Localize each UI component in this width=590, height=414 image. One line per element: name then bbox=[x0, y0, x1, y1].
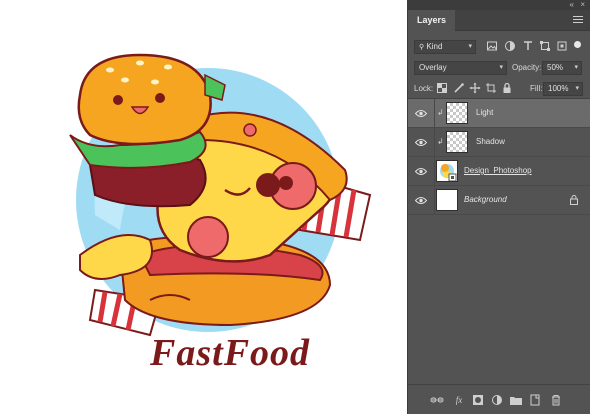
new-layer-icon[interactable] bbox=[528, 394, 542, 406]
link-layers-icon[interactable] bbox=[430, 394, 444, 406]
layer-divider bbox=[434, 128, 435, 157]
type-filter-icon[interactable] bbox=[522, 40, 534, 52]
opacity-value: 50% bbox=[547, 63, 564, 72]
search-icon: ⚲ bbox=[419, 44, 425, 51]
trash-icon[interactable] bbox=[549, 394, 563, 406]
layer-row-background[interactable]: Background bbox=[408, 186, 590, 215]
canvas-artwork: FastFood bbox=[0, 0, 405, 414]
filter-kind-dropdown[interactable]: ⚲ Kind ▾ bbox=[414, 40, 476, 54]
lock-label: Lock: bbox=[414, 84, 434, 93]
layer-thumbnail[interactable] bbox=[436, 189, 458, 211]
chevron-down-icon: ▾ bbox=[468, 43, 472, 50]
smart-object-filter-icon[interactable] bbox=[556, 40, 568, 52]
lock-image-icon[interactable] bbox=[453, 82, 465, 94]
layer-thumbnail[interactable] bbox=[446, 102, 468, 124]
layer-name[interactable]: Shadow bbox=[476, 137, 505, 146]
filter-row: ⚲ Kind ▾ bbox=[408, 40, 590, 54]
smart-object-thumbnail[interactable] bbox=[436, 160, 458, 182]
layer-row-light[interactable]: ↲ Light bbox=[408, 99, 590, 128]
adjustment-layer-icon[interactable] bbox=[490, 394, 504, 406]
layer-name[interactable]: Background bbox=[464, 195, 507, 204]
layer-divider bbox=[434, 157, 435, 186]
chevron-down-icon: ▾ bbox=[574, 64, 578, 71]
lock-all-icon[interactable] bbox=[501, 82, 513, 94]
panel-title-strip: « × bbox=[408, 0, 590, 10]
add-mask-icon[interactable] bbox=[471, 394, 485, 406]
chevron-down-icon: ▾ bbox=[575, 85, 579, 92]
chevron-down-icon: ▾ bbox=[499, 64, 503, 71]
panel-menu-icon[interactable] bbox=[573, 16, 583, 25]
blend-mode-value: Overlay bbox=[419, 63, 447, 72]
artwork-title: FastFood bbox=[149, 332, 310, 374]
lock-row: Lock: Fill: 100% ▾ bbox=[408, 82, 590, 96]
fill-value: 100% bbox=[548, 84, 569, 93]
shape-filter-icon[interactable] bbox=[539, 40, 551, 52]
panel-tabbar: Layers bbox=[408, 10, 590, 31]
layers-panel: « × Layers ⚲ Kind ▾ Overlay ▾ Opacity: 5… bbox=[407, 0, 590, 414]
opacity-label: Opacity: bbox=[512, 63, 542, 72]
layers-footer: fx bbox=[408, 384, 590, 414]
layer-row-design-photoshop[interactable]: Design_Photoshop bbox=[408, 157, 590, 186]
close-panel-icon[interactable]: × bbox=[580, 0, 585, 10]
eye-icon[interactable] bbox=[415, 138, 427, 147]
eye-icon[interactable] bbox=[415, 196, 427, 205]
smart-object-preview-icon bbox=[440, 164, 457, 182]
layer-thumbnail[interactable] bbox=[446, 131, 468, 153]
layer-divider bbox=[434, 99, 435, 128]
fill-label: Fill: bbox=[530, 84, 543, 93]
tab-layers[interactable]: Layers bbox=[408, 10, 456, 31]
clipping-mask-icon: ↲ bbox=[437, 108, 444, 117]
fx-icon[interactable]: fx bbox=[452, 394, 466, 406]
blend-mode-dropdown[interactable]: Overlay ▾ bbox=[414, 61, 507, 75]
new-group-icon[interactable] bbox=[509, 394, 523, 406]
adjustment-filter-icon[interactable] bbox=[504, 40, 516, 52]
layer-row-shadow[interactable]: ↲ Shadow bbox=[408, 128, 590, 157]
opacity-field[interactable]: 50% ▾ bbox=[542, 61, 582, 75]
collapse-panel-icon[interactable]: « bbox=[570, 0, 574, 10]
filter-kind-label: Kind bbox=[426, 42, 443, 51]
lock-icon bbox=[570, 195, 578, 205]
lock-artboard-icon[interactable] bbox=[485, 82, 497, 94]
layer-name[interactable]: Design_Photoshop bbox=[464, 166, 532, 175]
eye-icon[interactable] bbox=[415, 167, 427, 176]
eye-icon[interactable] bbox=[415, 109, 427, 118]
layer-divider bbox=[434, 186, 435, 215]
lock-position-icon[interactable] bbox=[469, 82, 481, 94]
clipping-mask-icon: ↲ bbox=[437, 137, 444, 146]
layers-list: ↲ Light ↲ Shadow Design_Photoshop Backgr… bbox=[408, 98, 590, 384]
lock-transparent-icon[interactable] bbox=[436, 82, 448, 94]
fill-field[interactable]: 100% ▾ bbox=[543, 82, 583, 96]
filter-toggle-icon[interactable] bbox=[574, 41, 581, 48]
image-filter-icon[interactable] bbox=[486, 40, 498, 52]
layer-name[interactable]: Light bbox=[476, 108, 493, 117]
blend-row: Overlay ▾ Opacity: 50% ▾ bbox=[408, 61, 590, 75]
